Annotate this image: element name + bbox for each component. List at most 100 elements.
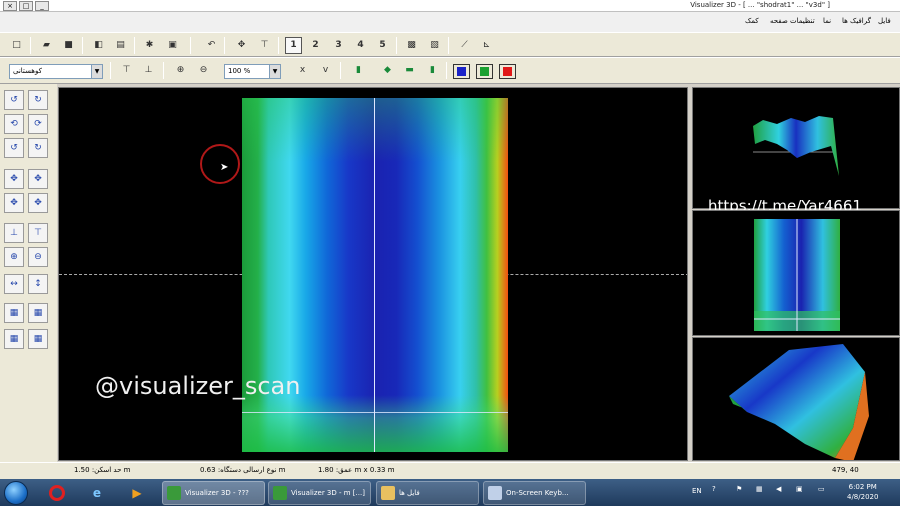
heatmap-top-shading: [242, 98, 508, 162]
rotate-up-right-icon[interactable]: ↻: [28, 90, 48, 110]
device-tray-icon[interactable]: ▣: [796, 485, 803, 493]
speaker-tray-icon[interactable]: ◀: [776, 485, 781, 493]
view-1-button[interactable]: 1: [285, 37, 302, 54]
measure-icon[interactable]: ⟋: [456, 37, 473, 54]
export-icon[interactable]: ◧: [90, 37, 107, 54]
taskbar-item-onscreen-keyboard[interactable]: On-Screen Keyb...: [483, 481, 586, 505]
visualizer-app-icon: [273, 486, 287, 500]
menu-graphics[interactable]: گرافیک ها: [842, 17, 871, 25]
layer-icon[interactable]: ▮: [350, 62, 367, 79]
menu-file[interactable]: فایل: [878, 17, 891, 25]
rotate-tool-icon[interactable]: ✥: [233, 37, 250, 54]
preset-select[interactable]: کوهستانی ▼: [9, 64, 103, 79]
taskbar-item-label: On-Screen Keyb...: [506, 489, 569, 497]
move-vertical-icon[interactable]: ✥: [4, 193, 24, 213]
preview-panel-profile[interactable]: [692, 87, 900, 209]
taskbar-item-label: فایل ها: [399, 489, 420, 497]
taskbar-clock[interactable]: 6:02 PM 4/8/2020: [847, 482, 878, 502]
rotate-left-icon[interactable]: ⟲: [4, 114, 24, 134]
start-button[interactable]: [4, 481, 28, 505]
cut-tool-icon[interactable]: ⊤: [256, 37, 273, 54]
open-folder-icon[interactable]: ▰: [38, 37, 55, 54]
tilt-up-icon[interactable]: ↻: [28, 138, 48, 158]
chart-icon[interactable]: ⊾: [478, 37, 495, 54]
scale-y-icon[interactable]: ↕: [28, 274, 48, 294]
language-indicator[interactable]: EN: [692, 487, 702, 495]
menu-view[interactable]: نما: [823, 17, 831, 25]
zoom-in-icon[interactable]: ⊕: [172, 62, 189, 79]
help-tray-icon[interactable]: ?: [712, 485, 716, 493]
profile-preview-graphic: [753, 116, 839, 176]
align-top-icon[interactable]: ⊤: [118, 62, 135, 79]
taskbar-item-visualizer-1[interactable]: Visualizer 3D - ???: [162, 481, 265, 505]
save-icon[interactable]: ■: [60, 37, 77, 54]
opera-browser-icon[interactable]: [42, 482, 72, 504]
view-2-button[interactable]: 2: [307, 37, 324, 54]
import-layer-icon[interactable]: ▦: [28, 329, 48, 349]
vertical-crosshair[interactable]: [374, 98, 375, 452]
move-horizontal-icon[interactable]: ✥: [4, 169, 24, 189]
battery-tray-icon[interactable]: ▭: [818, 485, 825, 493]
chevron-down-icon[interactable]: ▼: [269, 65, 280, 78]
tools-icon[interactable]: ✱: [141, 37, 158, 54]
internet-explorer-icon[interactable]: e: [82, 482, 112, 504]
zoom-select[interactable]: 100 % ▼: [224, 64, 281, 79]
watermark-text: @visualizer_scan: [95, 372, 301, 400]
image-icon[interactable]: ▩: [403, 37, 420, 54]
new-file-icon[interactable]: □: [8, 37, 25, 54]
flag-tray-icon[interactable]: ⚑: [736, 485, 742, 493]
minimize-window-button[interactable]: _: [35, 1, 49, 11]
network-tray-icon[interactable]: ▦: [756, 485, 763, 493]
picture-icon[interactable]: ▧: [426, 37, 443, 54]
windows-taskbar: e ▶ Visualizer 3D - ??? Visualizer 3D - …: [0, 479, 900, 506]
taskbar-item-visualizer-2[interactable]: Visualizer 3D - m [...]: [268, 481, 371, 505]
settings-icon[interactable]: ▣: [164, 37, 181, 54]
view-4-button[interactable]: 4: [352, 37, 369, 54]
preview-panel-topdown[interactable]: [692, 210, 900, 336]
heatmap-bottom-shading: [242, 395, 508, 452]
scale-y-icon[interactable]: ⅴ: [317, 62, 334, 79]
red-color-button[interactable]: [499, 64, 516, 79]
blue-color-button[interactable]: [453, 64, 470, 79]
zoom-select-value: 100 %: [228, 67, 251, 75]
flat-surface-icon[interactable]: ▬: [401, 62, 418, 79]
layer-view-icon[interactable]: ▦: [4, 303, 24, 323]
chevron-down-icon[interactable]: ▼: [91, 65, 102, 78]
scale-x-icon[interactable]: ⅹ: [294, 62, 311, 79]
surface-icon[interactable]: ◆: [379, 62, 396, 79]
cut-bottom-icon[interactable]: ⊥: [4, 223, 24, 243]
undo-icon[interactable]: ↶: [203, 37, 220, 54]
move-all-icon[interactable]: ✥: [28, 169, 48, 189]
cut-top-icon[interactable]: ⊤: [28, 223, 48, 243]
print-icon[interactable]: ▤: [112, 37, 129, 54]
move-depth-icon[interactable]: ✥: [28, 193, 48, 213]
close-window-button[interactable]: ×: [3, 1, 17, 11]
status-depth: عمق: 1.80 m x 0.33 m: [318, 466, 395, 474]
window-title: Visualizer 3D - [ ... "shodrat1" ... "v3…: [690, 1, 830, 9]
rotate-up-left-icon[interactable]: ↺: [4, 90, 24, 110]
zoom-out-icon[interactable]: ⊖: [28, 247, 48, 267]
maximize-window-button[interactable]: □: [19, 1, 33, 11]
align-bottom-icon[interactable]: ⊥: [140, 62, 157, 79]
green-color-button[interactable]: [476, 64, 493, 79]
horizontal-crosshair[interactable]: [242, 412, 508, 413]
rotate-right-icon[interactable]: ⟳: [28, 114, 48, 134]
preset-select-value: کوهستانی: [13, 67, 42, 75]
export-layer-icon[interactable]: ▦: [4, 329, 24, 349]
zoom-out-icon[interactable]: ⊖: [195, 62, 212, 79]
layer-edit-icon[interactable]: ▦: [28, 303, 48, 323]
scale-x-icon[interactable]: ↔: [4, 274, 24, 294]
view-5-button[interactable]: 5: [374, 37, 391, 54]
menu-page-settings[interactable]: تنظیمات صفحه: [770, 17, 815, 25]
preview-panel-3d[interactable]: [692, 337, 900, 461]
view-3-button[interactable]: 3: [330, 37, 347, 54]
tilt-down-icon[interactable]: ↺: [4, 138, 24, 158]
taskbar-item-folder[interactable]: فایل ها: [376, 481, 479, 505]
zoom-in-icon[interactable]: ⊕: [4, 247, 24, 267]
mouse-cursor-icon: ➤: [220, 162, 229, 173]
keyboard-icon: [488, 486, 502, 500]
media-player-icon[interactable]: ▶: [122, 482, 152, 504]
scan-viewport[interactable]: ➤ @visualizer_scan: [58, 87, 688, 461]
column-icon[interactable]: ▮: [424, 62, 441, 79]
menu-help[interactable]: کمک: [745, 17, 759, 25]
